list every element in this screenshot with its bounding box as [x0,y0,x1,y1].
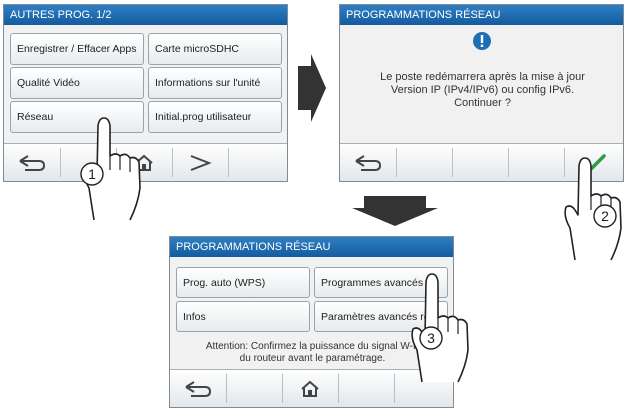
pointing-hand-icon: 2 [555,152,627,269]
informations-unite-button[interactable]: Informations sur l'unité [148,67,282,99]
exclamation-icon [472,31,492,56]
back-arrow-icon[interactable] [170,370,226,407]
screen-title: AUTRES PROG. 1/2 [4,5,287,25]
enregistrer-effacer-apps-button[interactable]: Enregistrer / Effacer Apps [10,33,144,65]
step-number-1: 1 [88,166,96,182]
prog-auto-wps-button[interactable]: Prog. auto (WPS) [176,267,310,298]
screen-title: PROGRAMMATIONS RÉSEAU [340,5,623,25]
back-arrow-icon[interactable] [4,144,60,181]
back-arrow-icon[interactable] [340,144,396,181]
step-number-3: 3 [427,330,435,346]
flow-arrow-right-icon [298,54,326,127]
qualite-video-button[interactable]: Qualité Vidéo [10,67,144,99]
carte-microsdhc-button[interactable]: Carte microSDHC [148,33,282,65]
confirm-message: Le poste redémarrera après la mise à jou… [350,71,615,110]
message-line: Continuer ? [454,97,511,109]
screen-title: PROGRAMMATIONS RÉSEAU [170,237,453,257]
message-line: Le poste redémarrera après la mise à jou… [380,71,585,83]
flow-arrow-down-icon [352,196,438,231]
infos-button[interactable]: Infos [176,301,310,332]
step-number-2: 2 [601,208,609,224]
initial-prog-utilisateur-button[interactable]: Initial.prog utilisateur [148,101,282,133]
next-chevron-icon[interactable] [172,144,228,181]
pointing-hand-icon: 3 [402,268,474,391]
pointing-hand-icon: 1 [72,112,152,229]
message-line: Version IP (IPv4/IPv6) ou config IPv6. [390,84,575,96]
home-icon[interactable] [282,370,338,407]
